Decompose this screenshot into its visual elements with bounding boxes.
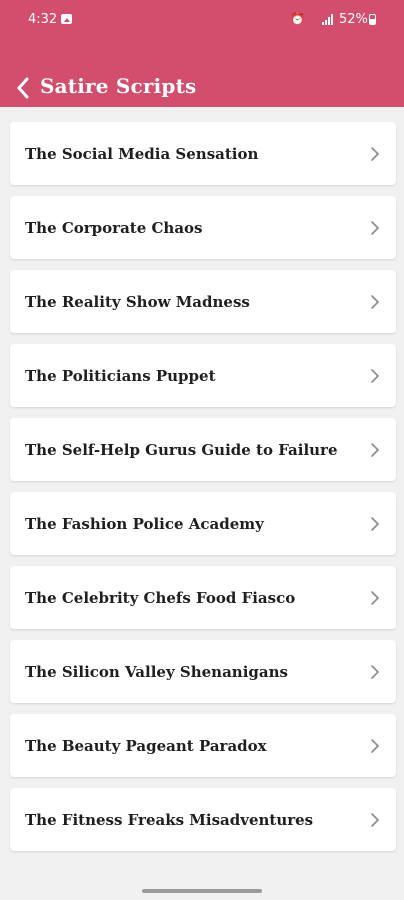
list-item[interactable]: The Social Media Sensation: [10, 122, 396, 185]
chevron-right-icon: [371, 220, 379, 235]
chevron-right-icon: [371, 812, 379, 827]
chevron-right-icon: [371, 590, 379, 605]
list-item-label: The Reality Show Madness: [25, 292, 250, 311]
chevron-right-icon: [371, 146, 379, 161]
list-item-label: The Self-Help Gurus Guide to Failure: [25, 440, 338, 459]
app-header: 4:32 ⏰ 52% Satire Scripts: [0, 0, 404, 107]
list-item[interactable]: The Fashion Police Academy: [10, 492, 396, 555]
chevron-right-icon: [371, 516, 379, 531]
image-icon: [61, 14, 72, 24]
list-item-label: The Fitness Freaks Misadventures: [25, 810, 314, 829]
list-item[interactable]: The Silicon Valley Shenanigans: [10, 640, 396, 703]
list-item-label: The Celebrity Chefs Food Fiasco: [25, 588, 296, 607]
list-item[interactable]: The Corporate Chaos: [10, 196, 396, 259]
list-item-label: The Silicon Valley Shenanigans: [25, 662, 288, 681]
list-item[interactable]: The Politicians Puppet: [10, 344, 396, 407]
page-title: Satire Scripts: [40, 74, 197, 98]
signal-icon: [322, 14, 334, 25]
list-item-label: The Fashion Police Academy: [25, 514, 264, 533]
list-item-label: The Corporate Chaos: [25, 218, 203, 237]
chevron-left-icon: [17, 77, 29, 99]
list-item-label: The Social Media Sensation: [25, 144, 259, 163]
home-indicator[interactable]: [142, 889, 262, 893]
battery-percentage: 52%: [339, 12, 368, 27]
list-item[interactable]: The Self-Help Gurus Guide to Failure: [10, 418, 396, 481]
list-item-label: The Politicians Puppet: [25, 366, 216, 385]
chevron-right-icon: [371, 442, 379, 457]
list-item[interactable]: The Fitness Freaks Misadventures: [10, 788, 396, 851]
status-bar: 4:32 ⏰ 52%: [0, 0, 404, 40]
list-item[interactable]: The Beauty Pageant Paradox: [10, 714, 396, 777]
chevron-right-icon: [371, 664, 379, 679]
chevron-right-icon: [371, 738, 379, 753]
back-button[interactable]: [12, 74, 36, 102]
status-time: 4:32: [28, 12, 58, 27]
script-list: The Social Media Sensation The Corporate…: [10, 122, 396, 862]
chevron-right-icon: [371, 294, 379, 309]
list-item-label: The Beauty Pageant Paradox: [25, 736, 267, 755]
battery-icon: [369, 14, 376, 25]
chevron-right-icon: [371, 368, 379, 383]
alarm-icon: ⏰: [290, 12, 305, 26]
list-item[interactable]: The Celebrity Chefs Food Fiasco: [10, 566, 396, 629]
list-item[interactable]: The Reality Show Madness: [10, 270, 396, 333]
